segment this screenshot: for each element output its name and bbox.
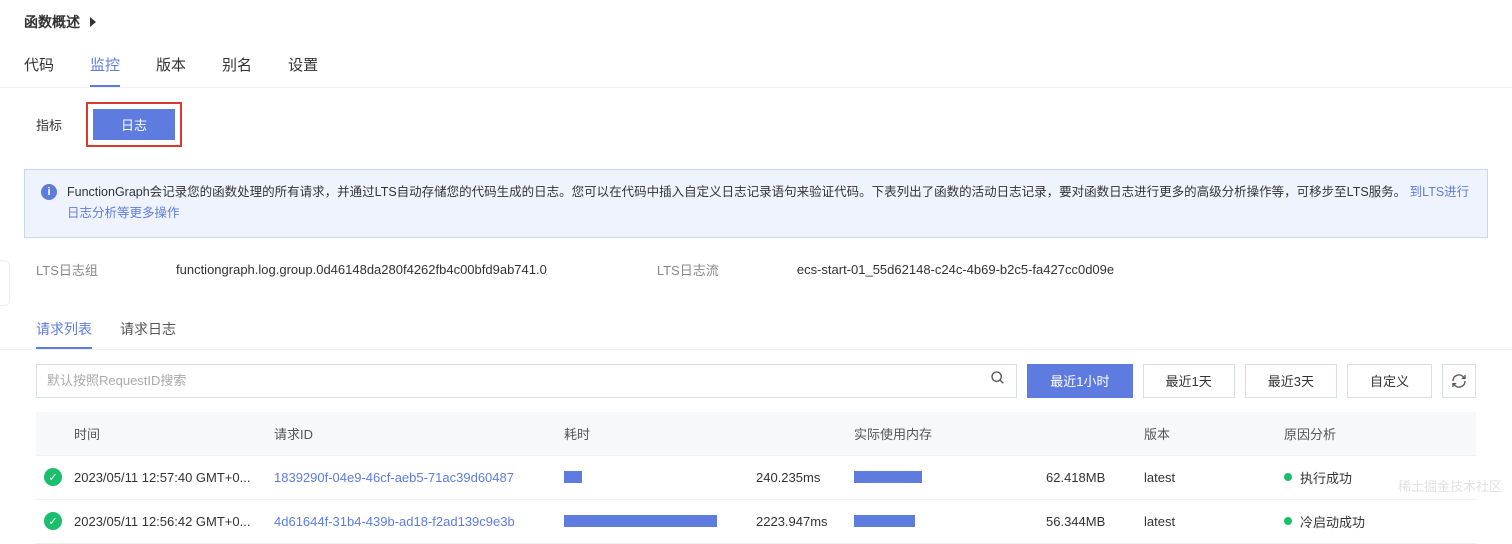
reason-text: 执行成功 (1300, 468, 1352, 487)
search-input[interactable] (47, 373, 990, 388)
refresh-button[interactable] (1442, 364, 1476, 398)
duration-bar: 240.235ms (564, 470, 854, 485)
subtab-metrics[interactable]: 指标 (36, 115, 62, 134)
cell-version: latest (1144, 470, 1284, 485)
check-icon: ✓ (44, 468, 62, 486)
th-duration: 耗时 (564, 424, 854, 443)
memory-bar: 56.344MB (854, 514, 1144, 529)
section-header[interactable]: 函数概述 (0, 0, 1512, 44)
cell-duration: 2223.947ms (756, 514, 828, 529)
time-range-3d[interactable]: 最近3天 (1245, 364, 1337, 398)
tab-code[interactable]: 代码 (24, 44, 54, 87)
cell-reason: 执行成功 (1284, 468, 1468, 487)
tab-monitor[interactable]: 监控 (90, 44, 120, 87)
status-dot-icon (1284, 517, 1292, 525)
cell-version: latest (1144, 514, 1284, 529)
cell-request-id[interactable]: 4d61644f-31b4-439b-ad18-f2ad139c9e3b (274, 514, 515, 529)
request-table: 时间 请求ID 耗时 实际使用内存 版本 原因分析 ✓ 2023/05/11 1… (0, 412, 1512, 544)
table-row: ✓ 2023/05/11 12:57:40 GMT+0... 1839290f-… (36, 456, 1476, 500)
cell-duration: 240.235ms (756, 470, 820, 485)
info-icon: i (41, 184, 57, 200)
info-banner: i FunctionGraph会记录您的函数处理的所有请求，并通过LTS自动存储… (24, 169, 1488, 238)
time-range-1d[interactable]: 最近1天 (1143, 364, 1235, 398)
th-request-id: 请求ID (274, 424, 564, 443)
log-stream-value: ecs-start-01_55d62148-c24c-4b69-b2c5-fa4… (797, 262, 1114, 277)
memory-bar: 62.418MB (854, 470, 1144, 485)
log-group-label: LTS日志组 (36, 260, 106, 279)
section-title: 函数概述 (24, 12, 80, 32)
time-range-custom[interactable]: 自定义 (1347, 364, 1432, 398)
log-group-value: functiongraph.log.group.0d46148da280f426… (176, 262, 547, 277)
monitor-subtabs: 指标 日志 (0, 88, 1512, 157)
status-dot-icon (1284, 473, 1292, 481)
th-time: 时间 (74, 424, 274, 443)
search-bar: 最近1小时 最近1天 最近3天 自定义 (0, 350, 1512, 412)
reason-text: 冷启动成功 (1300, 512, 1365, 531)
info-banner-text: FunctionGraph会记录您的函数处理的所有请求，并通过LTS自动存储您的… (67, 182, 1471, 225)
main-tabs: 代码 监控 版本 别名 设置 (0, 44, 1512, 88)
tab-versions[interactable]: 版本 (156, 44, 186, 87)
log-meta-row: LTS日志组 functiongraph.log.group.0d46148da… (0, 238, 1512, 301)
side-collapse-handle[interactable] (0, 260, 10, 306)
cell-request-id[interactable]: 1839290f-04e9-46cf-aeb5-71ac39d60487 (274, 470, 514, 485)
log-stream-label: LTS日志流 (657, 260, 727, 279)
tab-alias[interactable]: 别名 (222, 44, 252, 87)
th-reason: 原因分析 (1284, 424, 1468, 443)
tab-settings[interactable]: 设置 (288, 44, 318, 87)
cell-memory: 62.418MB (1046, 470, 1105, 485)
search-input-wrap[interactable] (36, 364, 1017, 398)
tab-request-logs[interactable]: 请求日志 (120, 311, 176, 349)
info-banner-body: FunctionGraph会记录您的函数处理的所有请求，并通过LTS自动存储您的… (67, 185, 1406, 199)
cell-reason: 冷启动成功 (1284, 512, 1468, 531)
time-range-1h[interactable]: 最近1小时 (1027, 364, 1132, 398)
tab-request-list[interactable]: 请求列表 (36, 311, 92, 349)
th-version: 版本 (1144, 424, 1284, 443)
th-memory: 实际使用内存 (854, 424, 1144, 443)
cell-time: 2023/05/11 12:56:42 GMT+0... (74, 514, 274, 529)
check-icon: ✓ (44, 512, 62, 530)
request-tabs: 请求列表 请求日志 (0, 301, 1512, 350)
cell-time: 2023/05/11 12:57:40 GMT+0... (74, 470, 274, 485)
search-icon[interactable] (990, 370, 1006, 391)
duration-bar: 2223.947ms (564, 514, 854, 529)
subtab-logs-highlight-frame: 日志 (86, 102, 182, 147)
chevron-right-icon (90, 17, 96, 27)
table-header: 时间 请求ID 耗时 实际使用内存 版本 原因分析 (36, 412, 1476, 456)
table-row: ✓ 2023/05/11 12:56:42 GMT+0... 4d61644f-… (36, 500, 1476, 544)
cell-memory: 56.344MB (1046, 514, 1105, 529)
subtab-logs[interactable]: 日志 (93, 109, 175, 140)
